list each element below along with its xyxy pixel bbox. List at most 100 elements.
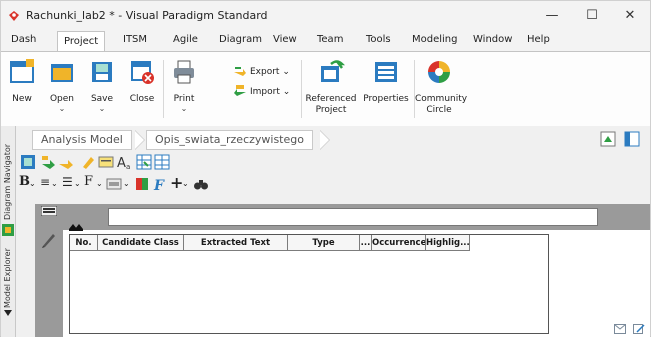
breadcrumb-separator-icon (320, 131, 329, 149)
editor-left-gutter (35, 204, 63, 337)
export-button[interactable]: Export ⌄ (233, 64, 290, 79)
properties-button[interactable]: Properties (361, 58, 411, 105)
print-dropdown-chevron-icon[interactable]: ⌄ (167, 105, 201, 113)
layout-panel-icon[interactable] (624, 131, 640, 147)
export-label: Export (250, 67, 280, 77)
menu-dash[interactable]: Dash (11, 34, 36, 45)
import-arrow-icon[interactable] (40, 154, 56, 170)
find-binoculars-icon[interactable] (193, 176, 209, 192)
table-icon[interactable] (154, 154, 170, 170)
column-header-type[interactable]: Type (288, 235, 360, 251)
community-circle-icon (428, 61, 450, 83)
bold-dropdown-chevron-icon[interactable]: ⌄ (29, 179, 36, 188)
menu-view[interactable]: View (273, 34, 297, 45)
printer-icon (174, 60, 194, 84)
new-button[interactable]: New (7, 58, 37, 105)
export-dropdown-chevron-icon[interactable]: ⌄ (282, 67, 290, 77)
breadcrumb-separator-icon (135, 131, 144, 149)
candidate-class-table: No. Candidate Class Extracted Text Type … (69, 234, 549, 334)
color-palette-icon[interactable] (134, 176, 150, 192)
open-button[interactable]: Open ⌄ (45, 58, 79, 113)
menu-bar: Dash Project ITSM Agile Diagram View Tea… (1, 31, 650, 52)
svg-text:A: A (117, 156, 126, 170)
column-header-extracted-text[interactable]: Extracted Text (184, 235, 288, 251)
align-dropdown-chevron-icon[interactable]: ⌄ (51, 179, 58, 188)
highlighter-icon[interactable] (80, 154, 96, 170)
properties-label: Properties (363, 94, 409, 104)
diagram-navigator-tab[interactable]: Diagram Navigator (3, 144, 12, 220)
save-icon (92, 62, 112, 82)
close-label: Close (129, 94, 155, 104)
model-explorer-tab[interactable]: Model Explorer (3, 248, 12, 308)
export-icon (233, 64, 247, 79)
menu-modeling[interactable]: Modeling (412, 34, 458, 45)
export-arrow-icon[interactable] (58, 154, 74, 170)
add-dropdown-chevron-icon[interactable]: ⌄ (182, 179, 189, 188)
fill-color-icon[interactable] (106, 176, 122, 192)
community-circle-button[interactable]: Community Circle (415, 58, 468, 116)
formula-icon[interactable]: F (152, 176, 168, 192)
diagram-icon[interactable] (20, 154, 36, 170)
svg-text:a: a (126, 163, 130, 170)
referenced-project-icon (321, 60, 346, 82)
menu-tools[interactable]: Tools (366, 34, 391, 45)
referenced-project-button[interactable]: Referenced Project (305, 58, 357, 116)
import-icon (233, 84, 247, 99)
edit-document-icon[interactable] (633, 324, 645, 334)
title-bar: Rachunki_lab2 * - Visual Paradigm Standa… (1, 1, 650, 31)
open-folder-icon (51, 64, 73, 82)
breadcrumb-item-diagram[interactable]: Opis_swiata_rzeczywistego (146, 130, 313, 150)
column-header-highlight[interactable]: Highlig... (426, 235, 470, 251)
menu-agile[interactable]: Agile (173, 34, 198, 45)
ribbon-toolbar: New Open ⌄ Save ⌄ Close Print ⌄ Export ⌄… (1, 51, 650, 127)
print-button[interactable]: Print ⌄ (167, 58, 201, 113)
text-input-field[interactable] (108, 208, 598, 226)
list-button[interactable]: ☰ (62, 175, 73, 189)
menu-help[interactable]: Help (527, 34, 550, 45)
collapse-arrow-icon[interactable] (4, 310, 12, 316)
align-button[interactable]: ≡ (40, 175, 50, 189)
breadcrumb-item-analysis-model[interactable]: Analysis Model (32, 130, 132, 150)
import-label: Import (250, 87, 280, 97)
menu-diagram[interactable]: Diagram (219, 34, 262, 45)
diagram-overview-icon[interactable] (600, 131, 616, 147)
font-dropdown-chevron-icon[interactable]: ⌄ (96, 179, 103, 188)
minimize-button[interactable]: — (535, 5, 569, 27)
menu-window[interactable]: Window (473, 34, 512, 45)
close-button[interactable]: ✕ (613, 5, 647, 27)
side-panel-strip: Diagram Navigator Model Explorer (1, 126, 16, 337)
properties-icon (375, 62, 397, 82)
menu-team[interactable]: Team (317, 34, 343, 45)
visual-paradigm-logo-icon (9, 11, 19, 21)
column-header-candidate-class[interactable]: Candidate Class (98, 235, 184, 251)
import-dropdown-chevron-icon[interactable]: ⌄ (283, 87, 291, 97)
close-project-icon (131, 61, 154, 84)
column-header-more[interactable]: ... (360, 235, 372, 251)
close-project-button[interactable]: Close (125, 58, 159, 105)
font-button[interactable]: F (84, 174, 93, 189)
fill-dropdown-chevron-icon[interactable]: ⌄ (123, 179, 130, 188)
diagram-navigator-icon[interactable] (2, 224, 14, 236)
column-header-occurrence[interactable]: Occurrence (372, 235, 426, 251)
list-dropdown-chevron-icon[interactable]: ⌄ (74, 179, 81, 188)
keyboard-icon[interactable] (41, 206, 57, 216)
import-button[interactable]: Import ⌄ (233, 84, 290, 99)
mail-icon[interactable] (614, 324, 626, 334)
sort-arrows-icon[interactable] (69, 223, 83, 231)
new-project-icon (10, 59, 34, 83)
text-box-icon[interactable] (98, 154, 114, 170)
menu-itsm[interactable]: ITSM (123, 34, 147, 45)
text-analysis-editor: No. Candidate Class Extracted Text Type … (63, 204, 650, 337)
column-header-no[interactable]: No. (70, 235, 98, 251)
ribbon-separator (163, 60, 164, 118)
new-label: New (12, 94, 32, 104)
save-button[interactable]: Save ⌄ (85, 58, 119, 113)
save-dropdown-chevron-icon[interactable]: ⌄ (85, 105, 119, 113)
menu-project[interactable]: Project (57, 31, 106, 52)
grid-table-icon[interactable] (136, 154, 152, 170)
pen-tool-icon[interactable] (41, 232, 57, 248)
open-dropdown-chevron-icon[interactable]: ⌄ (45, 105, 79, 113)
maximize-button[interactable]: ☐ (575, 5, 609, 27)
font-size-icon[interactable]: Aa (116, 154, 132, 170)
community-circle-label: Community Circle (415, 94, 468, 115)
